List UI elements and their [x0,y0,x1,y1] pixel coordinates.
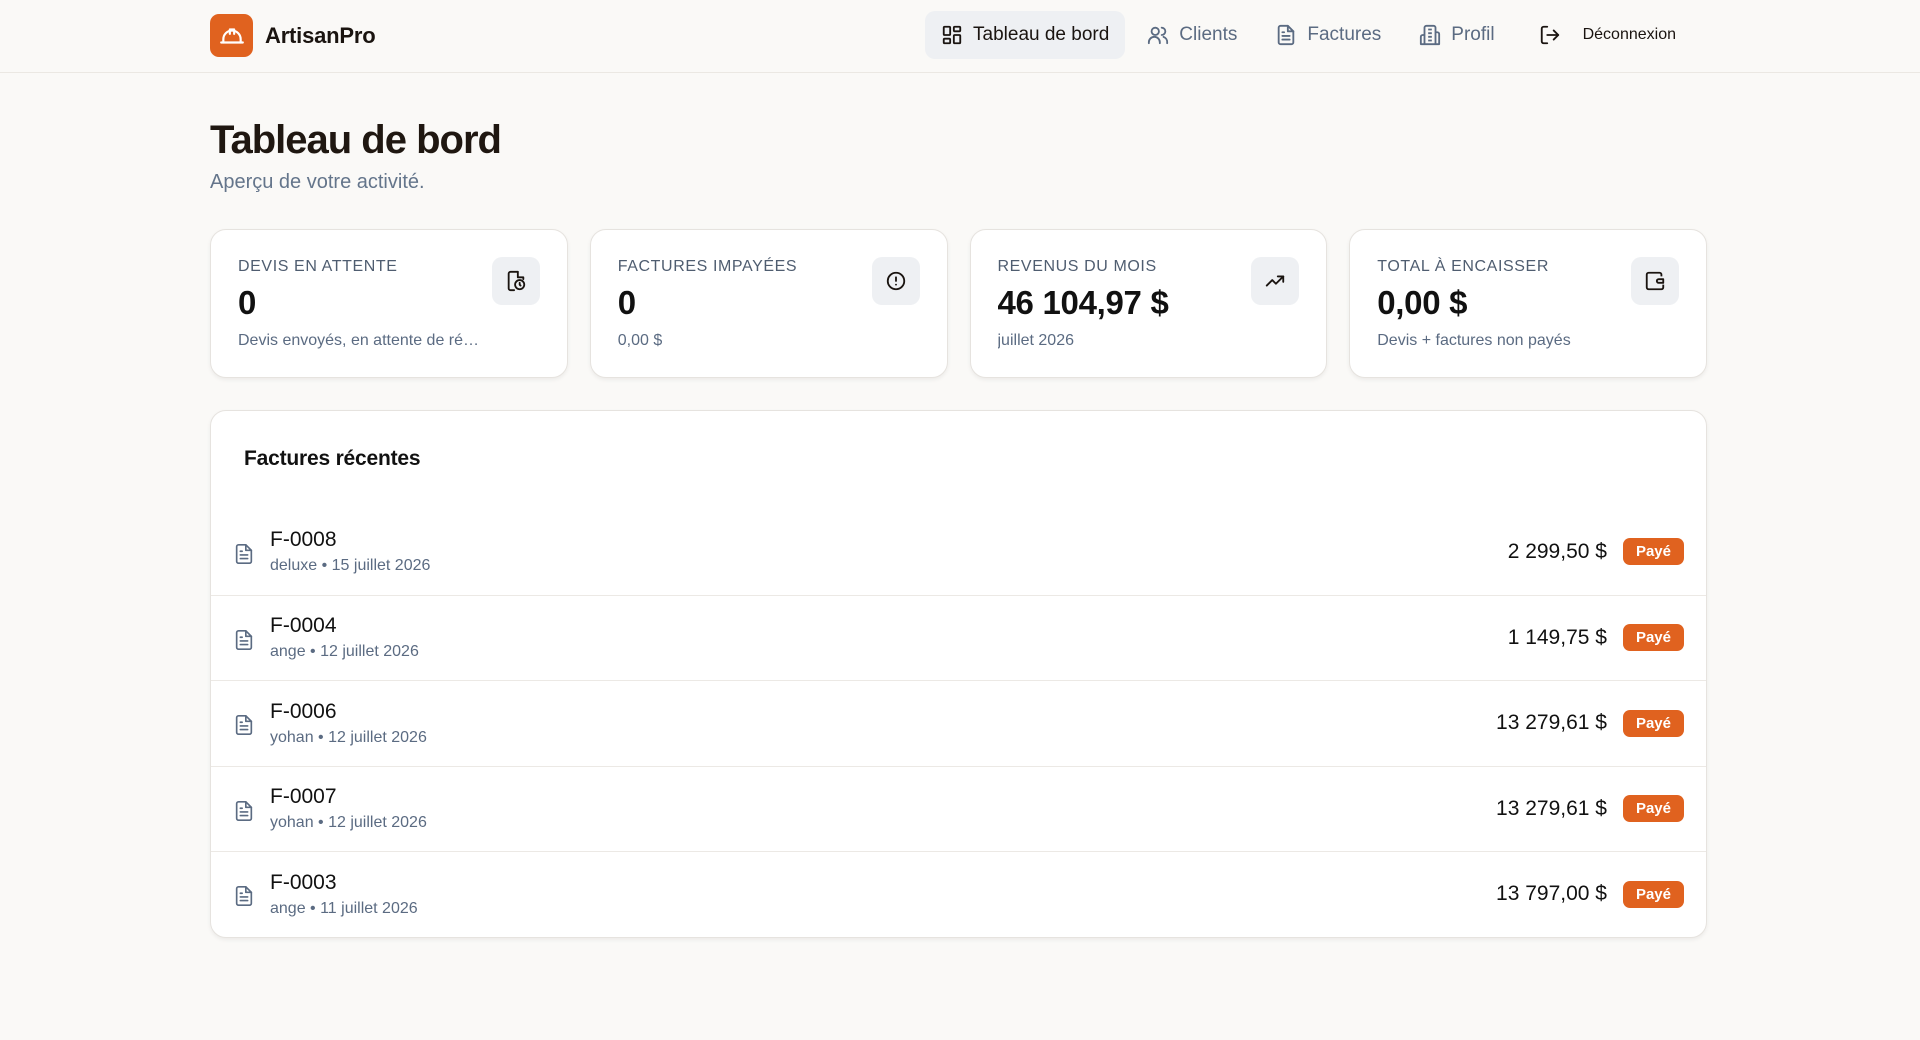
stat-sub: Devis envoyés, en attente de réponse [238,332,483,349]
wallet-icon [1631,257,1679,305]
stat-card-revenus: Revenus du mois 46 104,97 $ juillet 2026 [969,229,1328,378]
alert-circle-icon [871,257,920,305]
invoice-info: F-0007 yohan • 12 juillet 2026 [270,785,1496,832]
top-navbar: ArtisanPro Tableau de bord Clients Factu… [0,0,1920,73]
invoice-info: F-0003 ange • 11 juillet 2026 [270,871,1496,918]
invoice-client: deluxe [270,557,318,575]
invoice-number: F-0008 [270,528,337,552]
status-badge: Payé [1622,795,1684,823]
nav-item-profil[interactable]: Profil [1403,11,1510,59]
invoice-meta: ange • 11 juillet 2026 [270,899,418,917]
file-text-icon [235,886,253,907]
stat-sub: Devis + factures non payés [1377,332,1571,349]
nav-label: Profil [1451,24,1495,45]
stat-sub: 0,00 $ [617,332,663,349]
invoice-date: 12 juillet 2026 [320,643,419,661]
stat-sub: juillet 2026 [997,332,1075,349]
invoice-date: 11 juillet 2026 [320,899,418,917]
brand-name: ArtisanPro [265,22,376,48]
invoice-client: ange [270,899,306,917]
stat-card-factures-impayees: Factures impayées 0 0,00 $ [589,229,948,378]
invoice-meta: yohan • 12 juillet 2026 [270,728,427,746]
invoice-number: F-0006 [270,699,337,723]
invoice-client: yohan [270,728,314,746]
invoice-date: 12 juillet 2026 [328,728,427,746]
invoice-row[interactable]: F-0003 ange • 11 juillet 2026 13 797,00 … [211,851,1706,937]
invoice-row[interactable]: F-0006 yohan • 12 juillet 2026 13 279,61… [211,680,1706,766]
invoice-info: F-0006 yohan • 12 juillet 2026 [270,700,1496,747]
status-badge: Payé [1622,624,1684,652]
invoice-amount: 13 279,61 $ [1496,711,1607,735]
brand[interactable]: ArtisanPro [210,14,376,57]
invoice-meta: deluxe • 15 juillet 2026 [270,557,431,575]
recent-invoices-panel: Factures récentes F-0008 deluxe • 15 jui… [210,410,1707,938]
log-out-icon [1540,25,1559,45]
page-subtitle: Aperçu de votre activité. [210,171,425,193]
logout-button[interactable]: Déconnexion [1523,11,1692,59]
file-text-icon [235,543,253,564]
file-text-icon [235,800,253,821]
nav-label: Tableau de bord [973,24,1110,45]
invoice-row[interactable]: F-0007 yohan • 12 juillet 2026 13 279,61… [211,765,1706,852]
invoice-row[interactable]: F-0004 ange • 12 juillet 2026 1 149,75 $… [211,594,1706,681]
users-icon [1148,26,1169,45]
clock-file-icon [491,257,540,305]
invoice-amount: 13 797,00 $ [1496,882,1607,906]
invoice-amount: 13 279,61 $ [1496,796,1607,820]
invoice-date: 12 juillet 2026 [328,814,427,832]
nav-item-factures[interactable]: Factures [1259,11,1397,59]
status-badge: Payé [1622,709,1684,737]
recent-invoices-title: Factures récentes [244,447,421,470]
invoice-amount: 2 299,50 $ [1507,539,1607,563]
invoice-date: 15 juillet 2026 [331,557,431,575]
page-title: Tableau de bord [210,118,502,162]
invoice-number: F-0003 [270,870,337,894]
nav-label: Factures [1307,24,1382,45]
invoice-info: F-0004 ange • 12 juillet 2026 [270,614,1508,661]
invoice-client: yohan [270,814,314,832]
invoice-meta: yohan • 12 juillet 2026 [270,814,427,832]
stats-row: Devis en attente 0 Devis envoyés, en att… [210,229,1707,378]
invoice-row[interactable]: F-0008 deluxe • 15 juillet 2026 2 299,50… [211,509,1706,595]
invoice-number: F-0004 [270,614,337,638]
invoice-amount: 1 149,75 $ [1507,625,1607,649]
trending-up-icon [1251,257,1300,305]
hard-hat-icon [210,14,253,57]
invoice-client: ange [270,643,306,661]
invoice-number: F-0007 [270,785,337,809]
invoice-meta: ange • 12 juillet 2026 [270,643,419,661]
status-badge: Payé [1622,880,1684,908]
file-text-icon [235,629,253,650]
logout-label: Déconnexion [1582,26,1676,43]
file-text-icon [1278,24,1295,46]
file-text-icon [235,715,253,736]
main-content: Tableau de bord Aperçu de votre activité… [210,118,1707,938]
invoice-info: F-0008 deluxe • 15 juillet 2026 [270,528,1508,575]
stat-card-total-encaisser: Total à encaisser 0,00 $ Devis + facture… [1349,229,1707,378]
stat-card-devis: Devis en attente 0 Devis envoyés, en att… [210,229,568,378]
nav-label: Clients [1179,24,1238,45]
nav-item-clients[interactable]: Clients [1131,11,1253,59]
status-badge: Payé [1622,538,1684,566]
nav-item-dashboard[interactable]: Tableau de bord [925,11,1126,59]
building-icon [1420,24,1441,46]
dashboard-grid-icon [942,25,962,45]
main-nav: Tableau de bord Clients Factures Profil … [925,11,1692,59]
